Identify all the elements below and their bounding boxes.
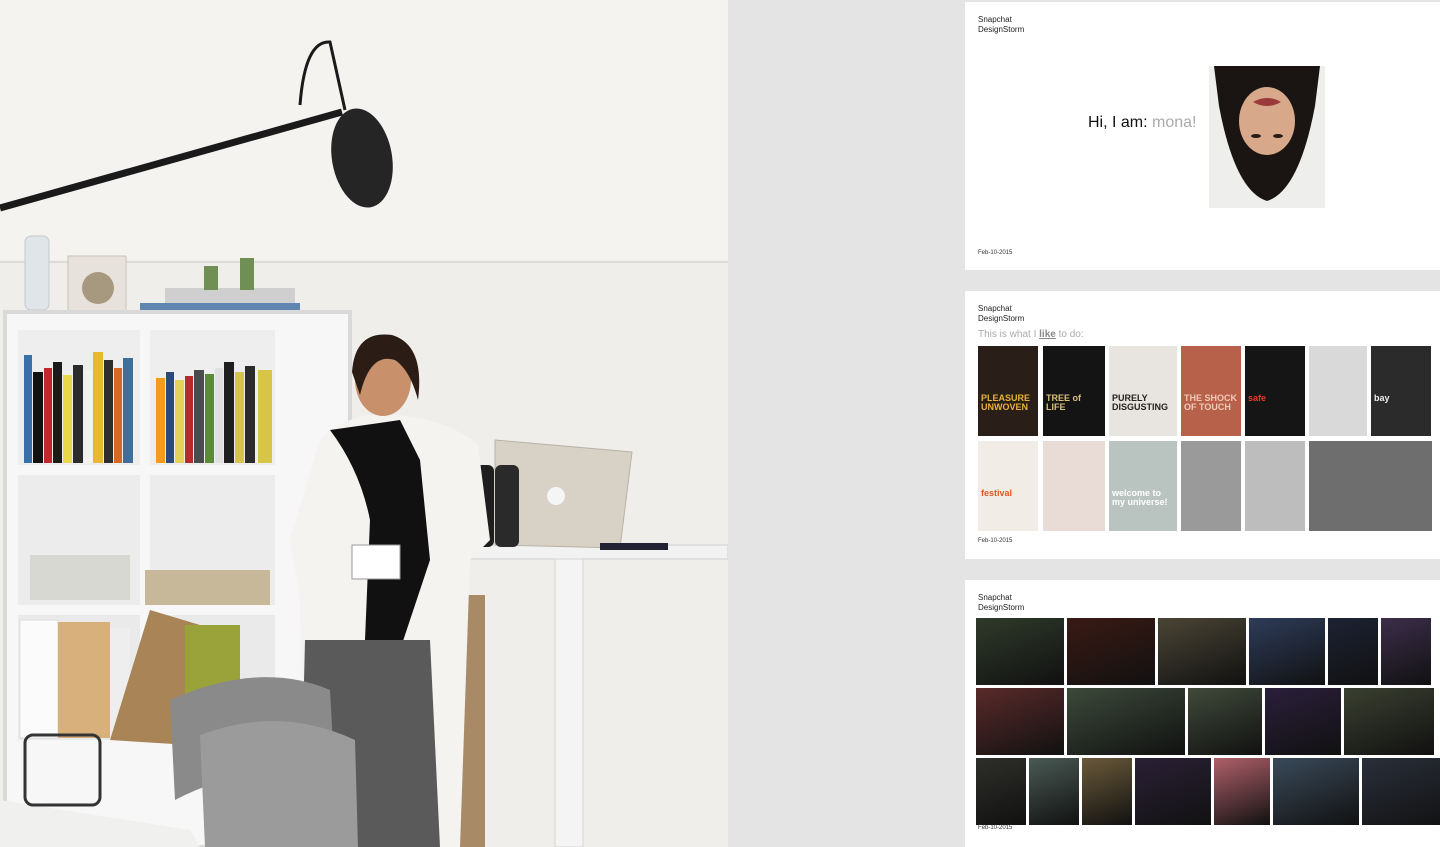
arcade-photo bbox=[976, 618, 1064, 685]
poster-tile: PURELY DISGUSTING bbox=[1109, 346, 1177, 436]
poster-title: welcome to my universe! bbox=[1112, 488, 1168, 507]
arcade-photo bbox=[1362, 758, 1440, 825]
arcade-photo bbox=[1328, 618, 1378, 685]
brand-subtitle: DesignStorm bbox=[978, 603, 1025, 612]
slide-date: Feb-10-2015 bbox=[978, 250, 1013, 256]
poster-tile: PLEASURE UNWOVEN bbox=[978, 346, 1038, 436]
likes-intro-highlight: like bbox=[1039, 329, 1056, 340]
brand-name: Snapchat bbox=[978, 304, 1012, 313]
slide-date: Feb-10-2015 bbox=[978, 825, 1013, 831]
poster-tile bbox=[1245, 441, 1305, 531]
presenter-photo bbox=[0, 0, 728, 847]
poster-tile: TREE of LIFE bbox=[1043, 346, 1105, 436]
greeting: Hi, I am: mona! bbox=[1088, 114, 1196, 132]
slide-brand: Snapchat DesignStorm bbox=[978, 304, 1024, 324]
arcade-photo bbox=[1188, 688, 1262, 755]
arcade-photo bbox=[1265, 688, 1341, 755]
poster-tile: THE SHOCK OF TOUCH bbox=[1181, 346, 1241, 436]
arcade-photo bbox=[1067, 688, 1185, 755]
slide-likes: Snapchat DesignStorm This is what I like… bbox=[965, 291, 1440, 559]
poster-tile: bay bbox=[1371, 346, 1431, 436]
poster-tile bbox=[1309, 346, 1367, 436]
poster-title: bay bbox=[1374, 393, 1390, 403]
arcade-photo bbox=[1029, 758, 1079, 825]
brand-name: Snapchat bbox=[978, 15, 1012, 24]
slide-intro: Snapchat DesignStorm Hi, I am: mona! Feb… bbox=[965, 2, 1440, 270]
slide-brand: Snapchat DesignStorm bbox=[978, 15, 1024, 35]
arcade-photo bbox=[1082, 758, 1132, 825]
poster-tile: festival bbox=[978, 441, 1038, 531]
poster-tile: welcome to my universe! bbox=[1109, 441, 1177, 531]
arcade-photo bbox=[1158, 618, 1246, 685]
arcade-photo bbox=[1381, 618, 1431, 685]
poster-title: TREE of LIFE bbox=[1046, 393, 1081, 412]
poster-title: safe bbox=[1248, 393, 1267, 403]
brand-subtitle: DesignStorm bbox=[978, 314, 1025, 323]
presenter-scene bbox=[0, 0, 728, 847]
poster-title: PLEASURE UNWOVEN bbox=[981, 393, 1031, 412]
poster-title: PURELY DISGUSTING bbox=[1112, 393, 1169, 412]
slide-brand: Snapchat DesignStorm bbox=[978, 593, 1024, 613]
brand-name: Snapchat bbox=[978, 593, 1012, 602]
arcade-photo bbox=[1067, 618, 1155, 685]
poster-title: THE SHOCK OF TOUCH bbox=[1184, 393, 1238, 412]
arcade-photo bbox=[1135, 758, 1211, 825]
arcade-photo bbox=[976, 688, 1064, 755]
likes-heading: This is what I like to do: bbox=[978, 329, 1084, 340]
poster-tile bbox=[1043, 441, 1105, 531]
slide-arcade: Snapchat DesignStorm Feb-10-2015 bbox=[965, 580, 1440, 847]
poster-tile: safe bbox=[1245, 346, 1305, 436]
likes-intro-before: This is what I bbox=[978, 329, 1037, 340]
poster-title: festival bbox=[981, 488, 1013, 498]
greeting-text: Hi, I am: bbox=[1088, 114, 1148, 131]
likes-intro-after: to do: bbox=[1058, 329, 1084, 340]
portrait-photo bbox=[1209, 66, 1325, 208]
arcade-photo bbox=[1249, 618, 1325, 685]
arcade-photo bbox=[976, 758, 1026, 825]
arcade-photo bbox=[1214, 758, 1270, 825]
brand-subtitle: DesignStorm bbox=[978, 25, 1025, 34]
arcade-photo bbox=[1344, 688, 1434, 755]
poster-tile bbox=[1181, 441, 1241, 531]
arcade-photo bbox=[1273, 758, 1359, 825]
greeting-name: mona! bbox=[1152, 114, 1197, 131]
poster-tile bbox=[1309, 441, 1432, 531]
slide-date: Feb-10-2015 bbox=[978, 538, 1013, 544]
